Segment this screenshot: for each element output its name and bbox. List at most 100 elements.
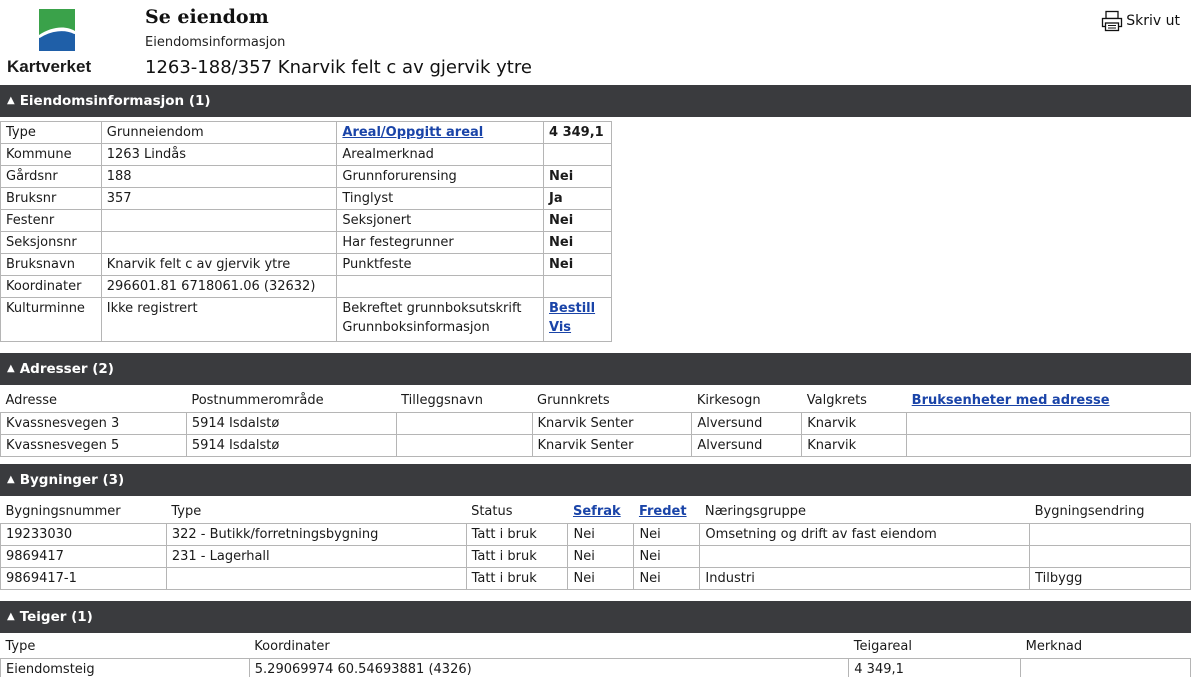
column-header: Merknad — [1025, 639, 1083, 654]
section-teiger-toggle[interactable]: ▲ Teiger (1) — [0, 601, 1191, 633]
section-teiger-title: Teiger (1) — [19, 609, 93, 625]
section-eiendom-title: Eiendomsinformasjon (1) — [19, 93, 211, 109]
table-cell: Nei — [543, 209, 612, 232]
page-header: Kartverket Se eiendom Eiendomsinformasjo… — [0, 0, 1191, 82]
column-header: Tilleggsnavn — [401, 393, 483, 408]
table-row: Bruksnavn Knarvik felt c av gjervik ytre P… — [0, 253, 612, 276]
column-header: Type — [5, 639, 36, 654]
column-header-link[interactable]: Bruksenheter med adresse — [907, 390, 1191, 412]
table-cell: Alversund — [691, 433, 803, 457]
table-cell: Nei — [567, 544, 635, 568]
kulturminne-label: Kulturminne — [0, 297, 102, 342]
table-cell — [906, 433, 1191, 457]
areal-link[interactable]: Areal/Oppgitt areal — [336, 121, 545, 144]
column-header-link[interactable]: Fredet — [634, 501, 700, 523]
column-header: Teigareal — [853, 639, 912, 654]
property-title: 1263-188/357 Knarvik felt c av gjervik y… — [145, 57, 532, 78]
table-row: Eiendomsteig 5.29069974 60.54693881 (4326… — [0, 657, 1191, 677]
table-cell: Nei — [543, 231, 612, 254]
table-row: 9869417-1 Tatt i bruk Nei Nei Industri Tilbyg… — [0, 566, 1191, 590]
grunnbok-line2: Grunnboksinformasjon — [342, 320, 490, 335]
logo-text: Kartverket — [7, 57, 92, 76]
table-cell: 5914 Isdalstø — [185, 433, 397, 457]
column-header: Koordinater — [254, 639, 330, 654]
column-header: Status — [471, 504, 513, 519]
table-cell — [906, 411, 1191, 435]
table-cell: 5.29069974 60.54693881 (4326) — [248, 657, 850, 677]
table-cell: Knarvik Senter — [531, 411, 693, 435]
table-cell: Tatt i bruk — [465, 544, 569, 568]
section-bygninger-title: Bygninger (3) — [19, 472, 125, 488]
table-cell: Gårdsnr — [0, 165, 102, 188]
table-cell — [543, 143, 612, 166]
print-label: Skriv ut — [1126, 13, 1180, 29]
table-cell: Seksjonsnr — [0, 231, 102, 254]
table-row: Type Grunneiendom Areal/Oppgitt areal 4 349… — [0, 121, 612, 144]
table-cell: Knarvik — [801, 411, 908, 435]
table-cell: Knarvik — [801, 433, 908, 457]
table-cell: 322 - Butikk/forretningsbygning — [165, 522, 467, 546]
table-cell — [699, 544, 1031, 568]
page-title: Se eiendom — [145, 6, 269, 28]
section-adresser-toggle[interactable]: ▲ Adresser (2) — [0, 353, 1191, 385]
table-cell: Omsetning og drift av fast eiendom — [699, 522, 1031, 546]
table-row: Koordinater 296601.81 6718061.06 (32632) — [0, 275, 612, 298]
table-row: Seksjonsnr Har festegrunner Nei — [0, 231, 612, 254]
adresser-table: Adresse Postnummerområde Tilleggsnavn Grunn… — [0, 390, 1191, 457]
teiger-table: Type Koordinater Teigareal Merknad Eiendoms… — [0, 636, 1191, 677]
table-header-row: Adresse Postnummerområde Tilleggsnavn Grunn… — [1, 390, 1191, 412]
table-cell: Seksjonert — [336, 209, 545, 232]
column-header: Næringsgruppe — [704, 504, 806, 519]
column-header-link[interactable]: Sefrak — [568, 501, 634, 523]
table-cell: 188 — [100, 165, 338, 188]
table-row: Kvassnesvegen 5 5914 Isdalstø Knarvik Sent… — [0, 433, 1191, 457]
table-cell: Eiendomsteig — [0, 657, 250, 677]
table-cell: Arealmerknad — [336, 143, 545, 166]
table-cell: 1263 Lindås — [100, 143, 338, 166]
table-cell: Kommune — [0, 143, 102, 166]
table-cell: Alversund — [691, 411, 803, 435]
table-row: Kulturminne Ikke registrert Bekreftet gr… — [0, 297, 612, 342]
bestill-link[interactable]: Bestill — [549, 301, 606, 316]
section-eiendom-toggle[interactable]: ▲ Eiendomsinformasjon (1) — [0, 85, 1191, 117]
section-bygninger-toggle[interactable]: ▲ Bygninger (3) — [0, 464, 1191, 496]
table-row: Bruksnr 357 Tinglyst Ja — [0, 187, 612, 210]
eiendom-table: Type Grunneiendom Areal/Oppgitt areal 4 349… — [0, 121, 612, 342]
table-cell: Industri — [699, 566, 1031, 590]
table-cell — [543, 275, 612, 298]
table-row: Kommune 1263 Lindås Arealmerknad — [0, 143, 612, 166]
section-adresser-title: Adresser (2) — [19, 361, 114, 377]
table-cell: 231 - Lagerhall — [165, 544, 467, 568]
grunnbok-labels: Bekreftet grunnboksutskrift Grunnboksinf… — [336, 297, 545, 342]
print-button[interactable]: Skriv ut — [1101, 10, 1180, 32]
vis-link[interactable]: Vis — [549, 320, 606, 335]
table-cell: Tatt i bruk — [465, 522, 569, 546]
table-cell — [395, 411, 533, 435]
table-row: 19233030 322 - Butikk/forretningsbygning T… — [0, 522, 1191, 546]
kulturminne-value: Ikke registrert — [100, 297, 338, 342]
table-row: 9869417 231 - Lagerhall Tatt i bruk Nei Nei — [0, 544, 1191, 568]
table-cell: Grunnforurensing — [336, 165, 545, 188]
table-cell: Tinglyst — [336, 187, 545, 210]
column-header: Bygningsendring — [1034, 504, 1145, 519]
column-header: Valgkrets — [806, 393, 867, 408]
table-cell: Ja — [543, 187, 612, 210]
table-cell: Knarvik felt c av gjervik ytre — [100, 253, 338, 276]
table-row: Kvassnesvegen 3 5914 Isdalstø Knarvik Sent… — [0, 411, 1191, 435]
column-header: Bygningsnummer — [5, 504, 121, 519]
table-cell: 4 349,1 — [848, 657, 1022, 677]
table-cell: 9869417-1 — [0, 566, 167, 590]
table-cell — [165, 566, 467, 590]
table-cell — [1020, 657, 1191, 677]
table-cell: Punktfeste — [336, 253, 545, 276]
column-header: Adresse — [5, 393, 58, 408]
column-header: Grunnkrets — [537, 393, 610, 408]
table-cell: Nei — [633, 522, 701, 546]
printer-icon — [1102, 10, 1123, 32]
grunnbok-line1: Bekreftet grunnboksutskrift — [342, 301, 522, 316]
column-header: Kirkesogn — [696, 393, 761, 408]
caret-up-icon: ▲ — [7, 94, 15, 106]
table-cell: Nei — [567, 566, 635, 590]
caret-up-icon: ▲ — [7, 473, 15, 485]
table-header-row: Type Koordinater Teigareal Merknad — [1, 636, 1191, 658]
